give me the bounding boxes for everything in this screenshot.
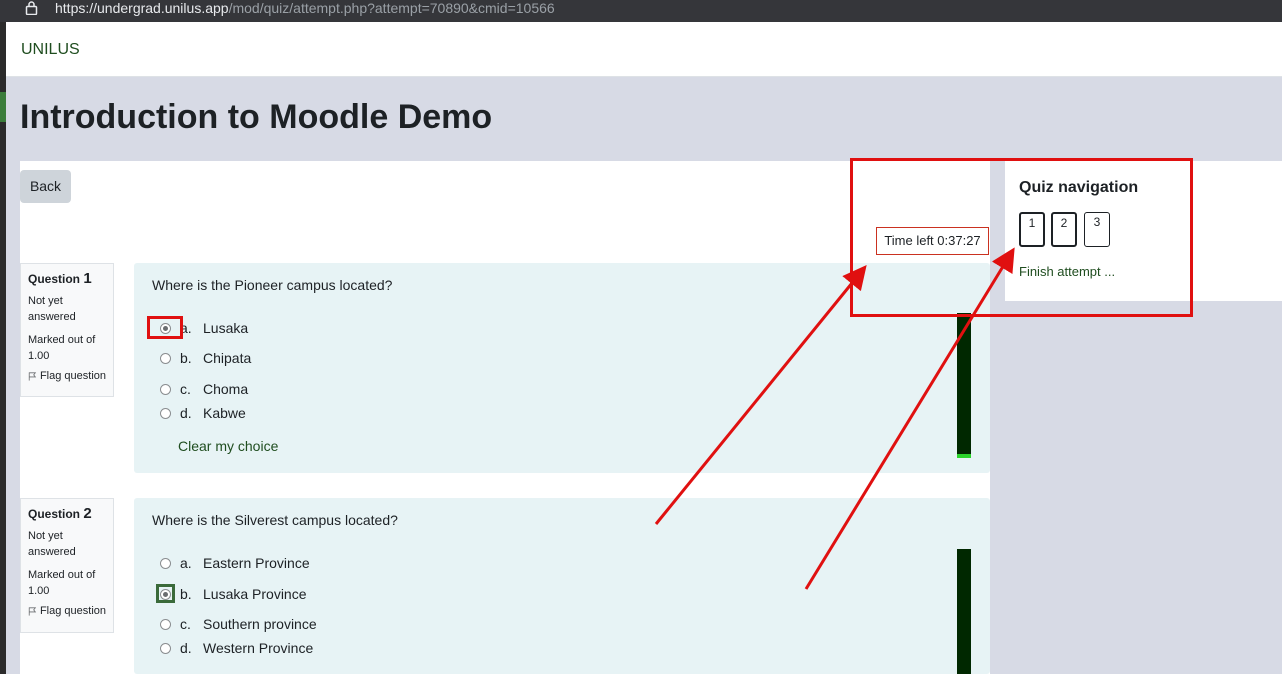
- side-scroll-bar: [957, 549, 971, 674]
- answer-option-d[interactable]: d. Western Province: [160, 640, 313, 656]
- question-text: Where is the Silverest campus located?: [152, 512, 398, 528]
- answer-option-a[interactable]: a. Eastern Province: [160, 555, 310, 571]
- question-content-2: Where is the Silverest campus located? a…: [134, 498, 990, 674]
- site-brand-link[interactable]: UNILUS: [21, 41, 80, 59]
- answer-option-c[interactable]: c. Southern province: [160, 616, 317, 632]
- question-info-1: Question 1 Not yet answered Marked out o…: [20, 263, 114, 397]
- selected-answer-focus-ring: [156, 584, 175, 603]
- question-info-2: Question 2 Not yet answered Marked out o…: [20, 498, 114, 633]
- url-host: https://undergrad.unilus.app: [55, 0, 229, 16]
- radio-button[interactable]: [160, 383, 171, 395]
- question-text: Where is the Pioneer campus located?: [152, 277, 393, 293]
- flag-icon: [28, 606, 37, 616]
- side-scroll-bar: [957, 313, 971, 458]
- window-left-edge: [0, 22, 6, 674]
- radio-button[interactable]: [160, 407, 171, 419]
- page-title: Introduction to Moodle Demo: [20, 98, 493, 136]
- question-number-label: Question 1: [28, 270, 92, 287]
- answer-option-c[interactable]: c. Choma: [160, 381, 248, 397]
- answer-option-b[interactable]: b. Chipata: [160, 350, 251, 366]
- flag-question-link[interactable]: Flag question: [28, 370, 106, 382]
- question-state: Not yet answered: [28, 530, 76, 558]
- question-grade: Marked out of 1.00: [28, 569, 96, 597]
- flag-question-link[interactable]: Flag question: [28, 605, 106, 617]
- answer-option-b[interactable]: b. Lusaka Province: [160, 586, 307, 602]
- flag-icon: [28, 371, 37, 381]
- radio-button[interactable]: [160, 642, 171, 654]
- site-navbar: UNILUS: [6, 22, 1282, 77]
- radio-button[interactable]: [160, 557, 171, 569]
- clear-choice-link[interactable]: Clear my choice: [178, 438, 278, 454]
- radio-button[interactable]: [160, 618, 171, 630]
- back-button[interactable]: Back: [20, 170, 71, 203]
- lock-icon: [25, 1, 38, 15]
- question-grade: Marked out of 1.00: [28, 334, 96, 362]
- annotation-answer-box: [147, 316, 183, 339]
- browser-address-bar[interactable]: https://undergrad.unilus.app/mod/quiz/at…: [0, 0, 1282, 22]
- question-state: Not yet answered: [28, 295, 76, 323]
- url-text[interactable]: https://undergrad.unilus.app/mod/quiz/at…: [55, 0, 555, 16]
- answer-option-d[interactable]: d. Kabwe: [160, 405, 246, 421]
- question-number-label: Question 2: [28, 505, 92, 522]
- radio-button[interactable]: [160, 352, 171, 364]
- url-path: /mod/quiz/attempt.php?attempt=70890&cmid…: [228, 0, 555, 16]
- annotation-highlight-box: [850, 158, 1193, 317]
